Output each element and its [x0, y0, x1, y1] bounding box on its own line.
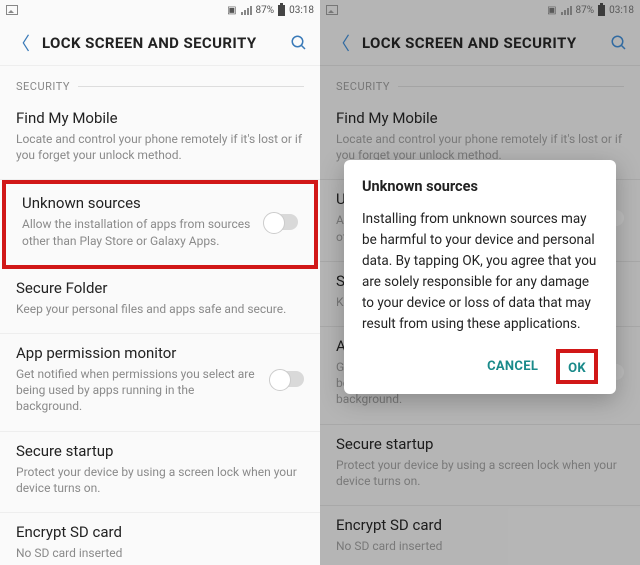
- signal-icon: [241, 6, 252, 15]
- item-title: Secure startup: [16, 442, 304, 460]
- dialog-title: Unknown sources: [362, 178, 598, 195]
- dialog-actions: CANCEL OK: [362, 349, 598, 384]
- item-desc: Locate and control your phone remotely i…: [16, 131, 304, 163]
- toggle-app-permission[interactable]: [270, 371, 304, 387]
- highlight-ok: OK: [556, 349, 598, 384]
- search-icon[interactable]: [290, 34, 308, 52]
- battery-saver-icon: ▣: [227, 5, 236, 16]
- item-desc: Keep your personal files and apps safe a…: [16, 301, 304, 317]
- settings-list: SECURITY Find My Mobile Locate and contr…: [0, 66, 320, 565]
- item-encrypt-sd[interactable]: Encrypt SD card No SD card inserted: [0, 513, 320, 565]
- toggle-unknown-sources[interactable]: [264, 214, 298, 230]
- item-title: Encrypt SD card: [16, 523, 304, 541]
- cancel-button[interactable]: CANCEL: [477, 351, 548, 382]
- item-desc: Protect your device by using a screen lo…: [16, 464, 304, 496]
- item-desc: No SD card inserted: [16, 545, 304, 561]
- phone-screen-left: ▣ 87% 03:18 〈 LOCK SCREEN AND SECURITY S…: [0, 0, 320, 565]
- item-secure-folder[interactable]: Secure Folder Keep your personal files a…: [0, 269, 320, 334]
- ok-button[interactable]: OK: [568, 361, 586, 376]
- battery-percent: 87%: [256, 5, 275, 16]
- section-label: SECURITY: [0, 66, 320, 99]
- item-title: Find My Mobile: [16, 109, 304, 127]
- item-unknown-sources[interactable]: Unknown sources Allow the installation o…: [6, 184, 314, 264]
- gallery-icon: [6, 5, 18, 15]
- clock: 03:18: [289, 5, 314, 16]
- dialog-scrim: Unknown sources Installing from unknown …: [320, 0, 640, 565]
- battery-icon: [278, 5, 285, 16]
- item-desc: Get notified when permissions you select…: [16, 366, 260, 415]
- back-icon[interactable]: 〈: [12, 30, 30, 56]
- dialog-unknown-sources: Unknown sources Installing from unknown …: [344, 160, 616, 394]
- item-desc: Allow the installation of apps from sour…: [22, 216, 254, 248]
- item-title: Secure Folder: [16, 279, 304, 297]
- item-title: Unknown sources: [22, 194, 254, 212]
- item-app-permission-monitor[interactable]: App permission monitor Get notified when…: [0, 334, 320, 432]
- item-title: App permission monitor: [16, 344, 260, 362]
- dialog-body: Installing from unknown sources may be h…: [362, 209, 598, 335]
- item-find-my-mobile[interactable]: Find My Mobile Locate and control your p…: [0, 99, 320, 180]
- item-secure-startup[interactable]: Secure startup Protect your device by us…: [0, 432, 320, 513]
- highlight-unknown-sources: Unknown sources Allow the installation o…: [2, 180, 318, 268]
- phone-screen-right: ▣ 87% 03:18 〈 LOCK SCREEN AND SECURITY S…: [320, 0, 640, 565]
- status-bar: ▣ 87% 03:18: [0, 0, 320, 20]
- app-header: 〈 LOCK SCREEN AND SECURITY: [0, 20, 320, 66]
- page-title: LOCK SCREEN AND SECURITY: [42, 34, 278, 52]
